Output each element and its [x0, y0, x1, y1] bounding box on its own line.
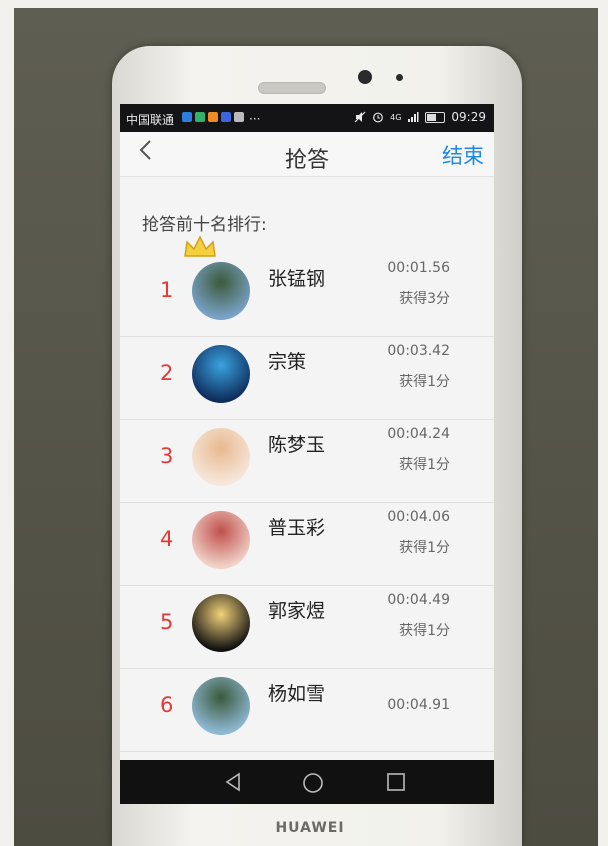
user-name: 杨如雪: [268, 683, 326, 705]
end-button[interactable]: 结束: [442, 140, 484, 170]
crown-icon: [184, 235, 216, 257]
page-title: 抢答: [284, 148, 329, 173]
ranking-row: 6 杨如雪 00:04.91: [120, 669, 494, 752]
app-notification-icon: [234, 112, 244, 122]
earpiece-speaker: [258, 82, 326, 94]
answer-time: 00:03.42: [387, 343, 450, 359]
status-bar: 中国联通 ··· 4G 09:29: [120, 104, 494, 132]
app-notification-icon: [195, 112, 205, 122]
score-label: 获得3分: [399, 291, 450, 307]
device-brand: HUAWEI: [275, 820, 345, 836]
score-label: 获得1分: [399, 623, 450, 639]
mute-icon: [354, 111, 366, 123]
rank-number: 1: [160, 278, 174, 302]
score-label: 获得1分: [399, 457, 450, 473]
ranking-heading: 抢答前十名排行:: [142, 215, 267, 235]
phone-screen: 中国联通 ··· 4G 09:29 抢答 结束 抢答前十名排行: 1 张锰钢 00:…: [120, 104, 494, 804]
user-avatar[interactable]: [192, 511, 250, 569]
answer-time: 00:04.06: [387, 509, 450, 525]
proximity-sensor: [396, 74, 403, 81]
score-label: 获得1分: [399, 374, 450, 390]
system-navigation-bar: [120, 760, 494, 804]
ranking-row: 5 郭家煜 00:04.49 获得1分: [120, 586, 494, 669]
ranking-row: 4 普玉彩 00:04.06 获得1分: [120, 503, 494, 586]
user-avatar[interactable]: [192, 262, 250, 320]
notification-icons: ···: [182, 112, 260, 126]
answer-time: 00:04.91: [387, 697, 450, 713]
user-name: 陈梦玉: [268, 434, 326, 456]
front-camera: [358, 70, 372, 84]
answer-time: 00:01.56: [387, 260, 450, 276]
ranking-row: 3 陈梦玉 00:04.24 获得1分: [120, 420, 494, 503]
user-avatar[interactable]: [192, 428, 250, 486]
rank-number: 4: [160, 527, 174, 551]
answer-time: 00:04.49: [387, 592, 450, 608]
user-name: 普玉彩: [268, 517, 326, 539]
background-right: [598, 0, 608, 846]
app-notification-icon: [208, 112, 218, 122]
app-notification-icon: [182, 112, 192, 122]
network-type: 4G: [390, 112, 402, 122]
back-triangle-icon[interactable]: [224, 772, 242, 792]
more-notifications: ···: [249, 112, 261, 126]
alarm-icon: [373, 112, 384, 123]
battery-icon: [425, 111, 446, 123]
user-avatar[interactable]: [192, 345, 250, 403]
user-avatar[interactable]: [192, 677, 250, 735]
ranking-row: 2 宗策 00:03.42 获得1分: [120, 337, 494, 420]
rank-number: 2: [160, 361, 174, 385]
background-left: [0, 0, 14, 846]
home-circle-icon[interactable]: [302, 772, 324, 794]
app-header: 抢答 结束: [120, 132, 494, 177]
score-label: 获得1分: [399, 540, 450, 556]
rank-number: 3: [160, 444, 174, 468]
app-notification-icon: [221, 112, 231, 122]
user-name: 郭家煜: [268, 600, 326, 622]
signal-icon: [408, 112, 419, 122]
ranking-row: 1 张锰钢 00:01.56 获得3分: [120, 235, 494, 337]
user-avatar[interactable]: [192, 594, 250, 652]
clock: 09:29: [451, 110, 486, 124]
user-name: 张锰钢: [268, 268, 326, 290]
rank-number: 6: [160, 693, 174, 717]
carrier-label: 中国联通: [126, 113, 175, 127]
answer-time: 00:04.24: [387, 426, 450, 442]
background-top: [0, 0, 608, 8]
user-name: 宗策: [268, 351, 307, 373]
status-right: 4G 09:29: [354, 110, 486, 124]
rank-number: 5: [160, 610, 174, 634]
recents-square-icon[interactable]: [386, 772, 406, 792]
